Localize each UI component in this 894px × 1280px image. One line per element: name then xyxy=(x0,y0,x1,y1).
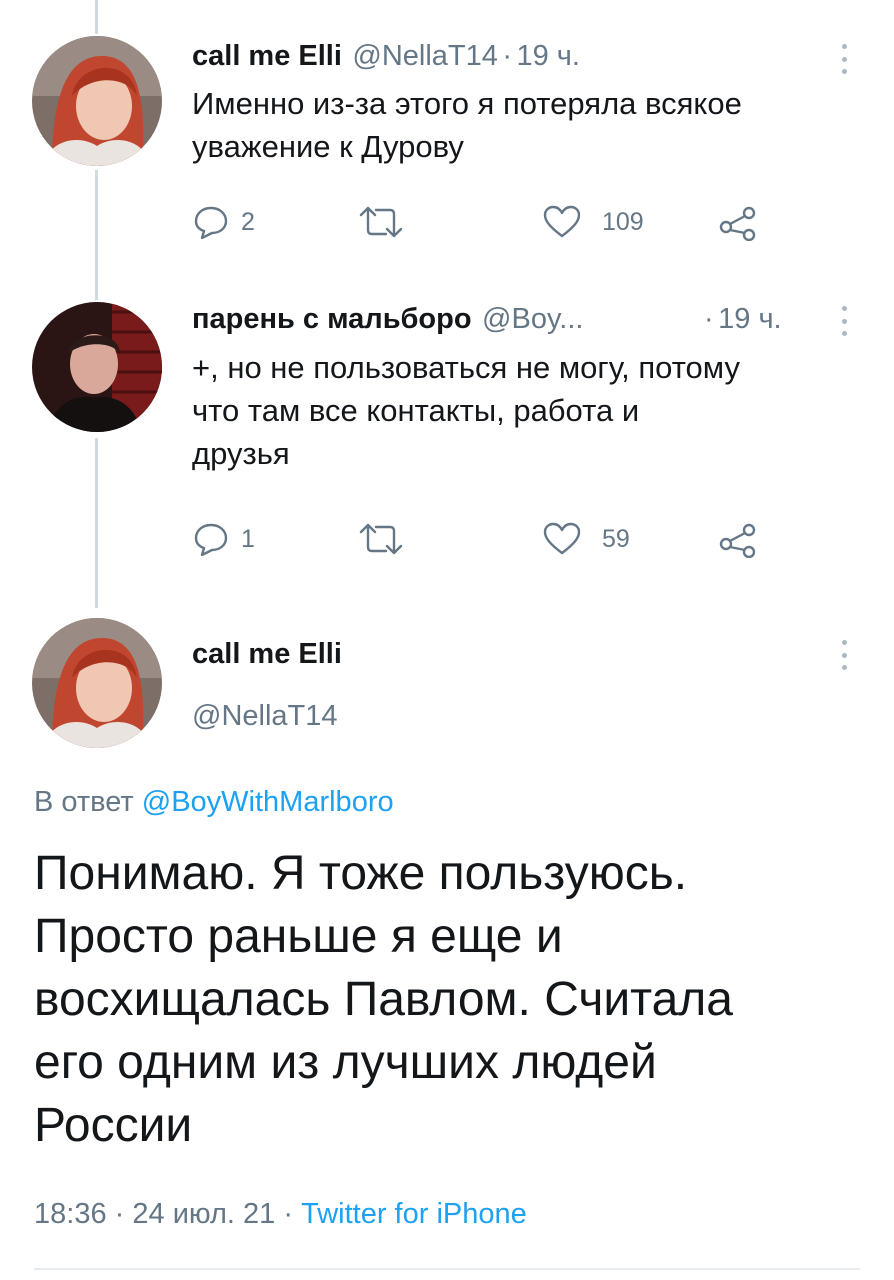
tweet-2-time: · 19 ч. xyxy=(704,303,782,336)
share-button[interactable] xyxy=(718,522,758,558)
reply-button[interactable]: 1 xyxy=(193,522,255,556)
source-link[interactable]: Twitter for iPhone xyxy=(301,1198,527,1230)
display-name[interactable]: парень с мальборо xyxy=(192,303,472,335)
text-line: Именно из-за этого я потеряла всякое xyxy=(192,86,742,121)
like-count: 59 xyxy=(602,524,630,553)
text-line: друзья xyxy=(192,436,290,471)
tweet-1-header: call me Elli @NellaT14 · 19 ч. xyxy=(192,40,580,73)
handle[interactable]: @Boy... xyxy=(482,303,583,335)
text-line: восхищалась Павлом. Считала xyxy=(34,973,733,1026)
avatar-elli-main[interactable] xyxy=(32,618,162,748)
text-line: уважение к Дурову xyxy=(192,129,464,164)
like-count: 109 xyxy=(602,207,644,236)
avatar-image xyxy=(32,36,162,166)
thread-line-top xyxy=(95,0,98,34)
like-icon xyxy=(543,205,581,238)
reply-button[interactable]: 2 xyxy=(193,205,255,239)
text-line: Просто раньше я еще и xyxy=(34,910,563,963)
main-tweet-text: Понимаю. Я тоже пользуюсь. Просто раньше… xyxy=(34,842,874,1157)
retweet-button[interactable] xyxy=(358,205,404,239)
reply-context: В ответ @BoyWithMarlboro xyxy=(34,786,394,819)
like-button[interactable]: 109 xyxy=(542,205,644,239)
timestamp[interactable]: 19 ч. xyxy=(718,303,781,335)
timestamp[interactable]: 19 ч. xyxy=(516,40,579,72)
text-line: его одним из лучших людей xyxy=(34,1036,657,1089)
text-line: России xyxy=(34,1099,193,1152)
separator: · xyxy=(114,1198,125,1230)
thread-line-2 xyxy=(95,438,98,608)
avatar-elli[interactable] xyxy=(32,36,162,166)
text-line: что там все контакты, работа и xyxy=(192,393,640,428)
reply-icon xyxy=(194,206,228,239)
divider xyxy=(34,1268,860,1270)
share-icon xyxy=(719,206,756,241)
retweet-icon xyxy=(359,206,403,238)
avatar-image xyxy=(32,302,162,432)
separator: · xyxy=(283,1198,294,1230)
display-name[interactable]: call me Elli xyxy=(192,40,342,72)
share-button[interactable] xyxy=(718,205,758,241)
tweet-date[interactable]: 24 июл. 21 xyxy=(132,1198,275,1230)
text-line: Понимаю. Я тоже пользуюсь. xyxy=(34,847,688,900)
share-icon xyxy=(719,523,756,558)
reply-to-link[interactable]: @BoyWithMarlboro xyxy=(142,786,394,818)
more-icon[interactable] xyxy=(840,44,848,74)
retweet-icon xyxy=(359,523,403,555)
reply-icon xyxy=(194,523,228,556)
separator: · xyxy=(502,40,512,72)
tweet-2-header: парень с мальборо @Boy... xyxy=(192,303,583,336)
more-icon[interactable] xyxy=(840,306,848,336)
avatar-boy[interactable] xyxy=(32,302,162,432)
tweet-2-text: +, но не пользоваться не могу, потому чт… xyxy=(192,346,872,475)
tweet-time[interactable]: 18:36 xyxy=(34,1198,107,1230)
tweet-1-text: Именно из-за этого я потеряла всякое ува… xyxy=(192,82,872,168)
avatar-image xyxy=(32,618,162,748)
reply-count: 1 xyxy=(241,524,255,553)
retweet-button[interactable] xyxy=(358,522,404,556)
like-button[interactable]: 59 xyxy=(542,522,630,556)
reply-count: 2 xyxy=(241,207,255,236)
thread-line-1 xyxy=(95,170,98,300)
separator: · xyxy=(704,303,714,335)
like-icon xyxy=(543,522,581,555)
text-line: +, но не пользоваться не могу, потому xyxy=(192,350,740,385)
display-name[interactable]: call me Elli xyxy=(192,638,342,671)
handle[interactable]: @NellaT14 xyxy=(352,40,498,72)
handle[interactable]: @NellaT14 xyxy=(192,700,338,733)
more-icon[interactable] xyxy=(840,640,848,670)
tweet-footer: 18:36 · 24 июл. 21 · Twitter for iPhone xyxy=(34,1198,527,1231)
reply-prefix: В ответ xyxy=(34,786,134,818)
